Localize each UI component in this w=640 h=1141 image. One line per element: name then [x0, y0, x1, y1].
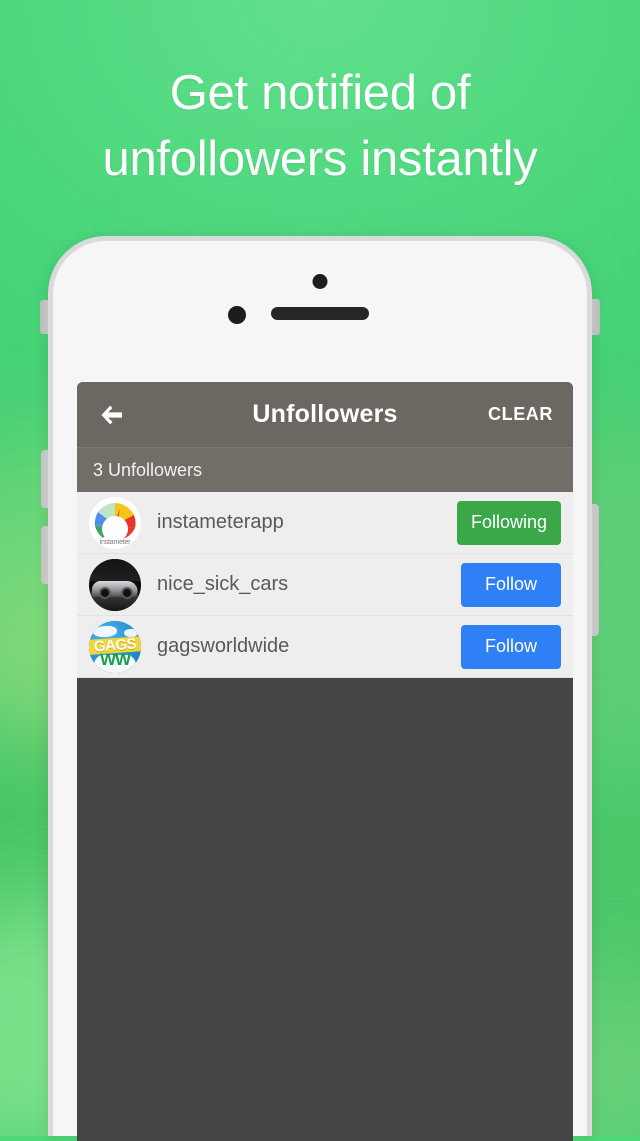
list-item[interactable]: instameter instameterapp Following: [77, 492, 573, 554]
arrow-left-icon[interactable]: [97, 400, 127, 430]
instameter-fan-logo-icon: [94, 502, 136, 542]
proximity-sensor-icon: [228, 306, 246, 324]
list-item[interactable]: nice_sick_cars Follow: [77, 554, 573, 616]
avatar-caption: instameter: [99, 538, 131, 546]
username-label: nice_sick_cars: [157, 573, 289, 595]
headline-line-1: Get notified of: [169, 66, 471, 120]
phone-body: Unfollowers CLEAR 3 Unfollowers instamet…: [48, 236, 592, 1141]
earpiece-speaker: [271, 307, 369, 320]
avatar: GAGS WW: [89, 620, 141, 673]
list-item[interactable]: GAGS WW gagsworldwide Follow: [77, 616, 573, 678]
phone-mockup: Unfollowers CLEAR 3 Unfollowers instamet…: [40, 236, 600, 1141]
avatar-photo-wheel: [120, 587, 133, 600]
following-button[interactable]: Following: [456, 500, 561, 545]
phone-screen: Unfollowers CLEAR 3 Unfollowers instamet…: [77, 382, 573, 1141]
app-bar: Unfollowers CLEAR: [77, 382, 573, 447]
front-camera-icon: [312, 274, 328, 289]
avatar: instameter: [89, 496, 141, 549]
follow-button[interactable]: Follow: [461, 624, 561, 669]
avatar-photo-road: [89, 594, 141, 611]
unfollowers-count-header: 3 Unfollowers: [77, 447, 573, 492]
username-label: gagsworldwide: [157, 635, 290, 657]
avatar-text-bottom: WW: [99, 649, 131, 669]
avatar: [89, 558, 141, 611]
clear-button[interactable]: CLEAR: [488, 404, 553, 425]
headline: Get notified of unfollowers instantly: [0, 60, 640, 192]
avatar-photo-sky: [89, 558, 141, 582]
follow-button[interactable]: Follow: [461, 562, 561, 607]
headline-line-2: unfollowers instantly: [102, 132, 538, 186]
unfollowers-list[interactable]: instameter instameterapp Following nice_…: [77, 492, 573, 678]
unfollowers-count-label: 3 Unfollowers: [93, 459, 203, 480]
username-label: instameterapp: [157, 511, 284, 533]
